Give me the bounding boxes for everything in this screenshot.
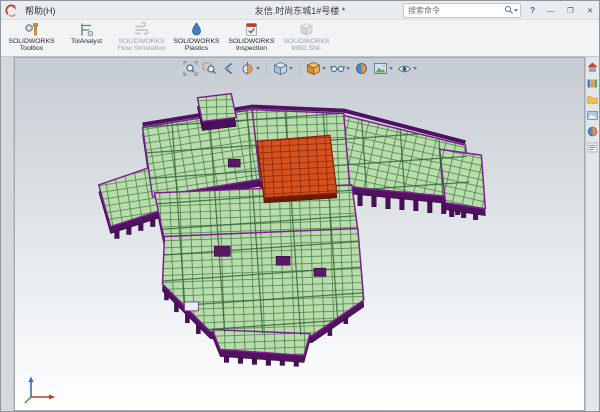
zoom-to-fit-button[interactable] xyxy=(182,61,199,76)
slab-opening xyxy=(184,302,198,311)
ribbon-button-mbd: SOLIDWORKS MBD SNL xyxy=(279,20,334,56)
taskpane-tab-design-library[interactable] xyxy=(587,78,598,89)
taskpane-tab-view-palette[interactable] xyxy=(587,110,598,121)
section-view-button[interactable] xyxy=(239,61,261,76)
inspection-icon xyxy=(244,22,259,37)
taskpane-tab-appearances[interactable] xyxy=(587,126,598,137)
orientation-triad[interactable] xyxy=(22,375,58,405)
chevron-down-icon[interactable] xyxy=(256,67,260,70)
restore-button[interactable]: ❐ xyxy=(561,3,578,17)
search-scope-chevron-icon[interactable] xyxy=(514,9,518,12)
appearance-ball-icon xyxy=(587,126,598,137)
featuremanager-collapsed-strip[interactable] xyxy=(1,57,14,411)
view-orientation-button[interactable] xyxy=(272,61,294,76)
toolbar-separator xyxy=(299,62,300,75)
formwork-model[interactable] xyxy=(99,94,486,367)
taskpane-tab-file-explorer[interactable] xyxy=(587,94,598,105)
ribbon-button-label: SOLIDWORKS Inspection xyxy=(225,38,278,53)
edit-appearance-icon xyxy=(354,61,369,76)
menu-help[interactable]: 帮助(H) xyxy=(22,3,59,18)
view-settings-button[interactable] xyxy=(396,61,418,76)
hide-show-items-button[interactable] xyxy=(329,61,351,76)
chevron-down-icon[interactable] xyxy=(413,67,417,70)
taskpane-tab-strip xyxy=(585,57,599,411)
minimize-button[interactable]: — xyxy=(541,3,558,17)
restore-icon: ❐ xyxy=(567,6,574,15)
chevron-down-icon[interactable] xyxy=(289,67,293,70)
graphics-viewport[interactable] xyxy=(14,57,585,411)
toolbar-separator xyxy=(266,62,267,75)
ribbon-button-label: SOLIDWORKS Toolbox xyxy=(5,38,58,53)
ribbon-button-label: TolAnalyst xyxy=(71,38,102,45)
titlebar: 帮助(H) 友信.时尚东城1#号楼 * ? — ❐ xyxy=(1,1,599,19)
display-style-icon xyxy=(306,61,321,76)
solidworks-window: 帮助(H) 友信.时尚东城1#号楼 * ? — ❐ xyxy=(0,0,600,412)
chevron-down-icon[interactable] xyxy=(346,67,350,70)
edit-appearance-button[interactable] xyxy=(353,61,370,76)
plastics-icon xyxy=(189,22,204,37)
ribbon-button-toolbox[interactable]: SOLIDWORKS Toolbox xyxy=(4,20,59,56)
workarea xyxy=(1,57,599,411)
ribbon-button-label: SOLIDWORKS Flow Simulation xyxy=(115,38,168,53)
formwork-model-canvas[interactable] xyxy=(15,58,584,410)
tower-deck[interactable] xyxy=(197,94,236,122)
previous-view-icon xyxy=(221,61,236,76)
ribbon-button-label: SOLIDWORKS Plastics xyxy=(170,38,223,53)
apply-scene-icon xyxy=(373,61,388,76)
display-style-button[interactable] xyxy=(305,61,327,76)
highlighted-core-section[interactable] xyxy=(257,135,337,197)
mbd-icon xyxy=(299,22,314,37)
close-button[interactable]: ✕ xyxy=(581,3,598,17)
solidworks-logo-icon xyxy=(5,4,18,17)
addins-toolbar: SOLIDWORKS Toolbox TolAnalyst SOLIDWORKS… xyxy=(1,19,599,57)
zoom-to-area-button[interactable] xyxy=(201,61,218,76)
chevron-down-icon[interactable] xyxy=(322,67,326,70)
toolbox-icon xyxy=(24,22,39,37)
taskpane-tab-solidworks-resources[interactable] xyxy=(587,62,598,73)
chevron-down-icon[interactable] xyxy=(389,67,393,70)
help-button-glyph: ? xyxy=(530,5,535,15)
command-search xyxy=(403,3,521,18)
command-search-input[interactable] xyxy=(406,5,504,16)
zoom-to-area-icon xyxy=(202,61,217,76)
apply-scene-button[interactable] xyxy=(372,61,394,76)
view-settings-icon xyxy=(397,61,412,76)
taskpane-tab-custom-properties[interactable] xyxy=(587,142,598,153)
flow-simulation-icon xyxy=(134,22,149,37)
help-button[interactable]: ? xyxy=(524,4,538,17)
hide-show-items-icon xyxy=(330,61,345,76)
view-orientation-icon xyxy=(273,61,288,76)
menu-help-label: 帮助(H) xyxy=(25,4,56,17)
tolanalyst-icon xyxy=(79,22,94,37)
drawing-sheet-icon xyxy=(587,110,598,121)
home-icon xyxy=(587,62,598,73)
books-icon xyxy=(587,78,598,89)
properties-list-icon xyxy=(587,142,598,153)
section-view-icon xyxy=(240,61,255,76)
ribbon-button-label: SOLIDWORKS MBD SNL xyxy=(280,38,333,53)
minimize-icon: — xyxy=(547,6,555,15)
search-icon[interactable] xyxy=(504,5,514,15)
heads-up-view-toolbar xyxy=(182,61,418,76)
close-icon: ✕ xyxy=(587,6,593,15)
ribbon-button-tolanalyst[interactable]: TolAnalyst xyxy=(59,20,114,56)
ribbon-button-inspection[interactable]: SOLIDWORKS Inspection xyxy=(224,20,279,56)
previous-view-button[interactable] xyxy=(220,61,237,76)
ribbon-button-flow-simulation: SOLIDWORKS Flow Simulation xyxy=(114,20,169,56)
ribbon-button-plastics[interactable]: SOLIDWORKS Plastics xyxy=(169,20,224,56)
zoom-to-fit-icon xyxy=(183,61,198,76)
folder-icon xyxy=(587,94,598,105)
